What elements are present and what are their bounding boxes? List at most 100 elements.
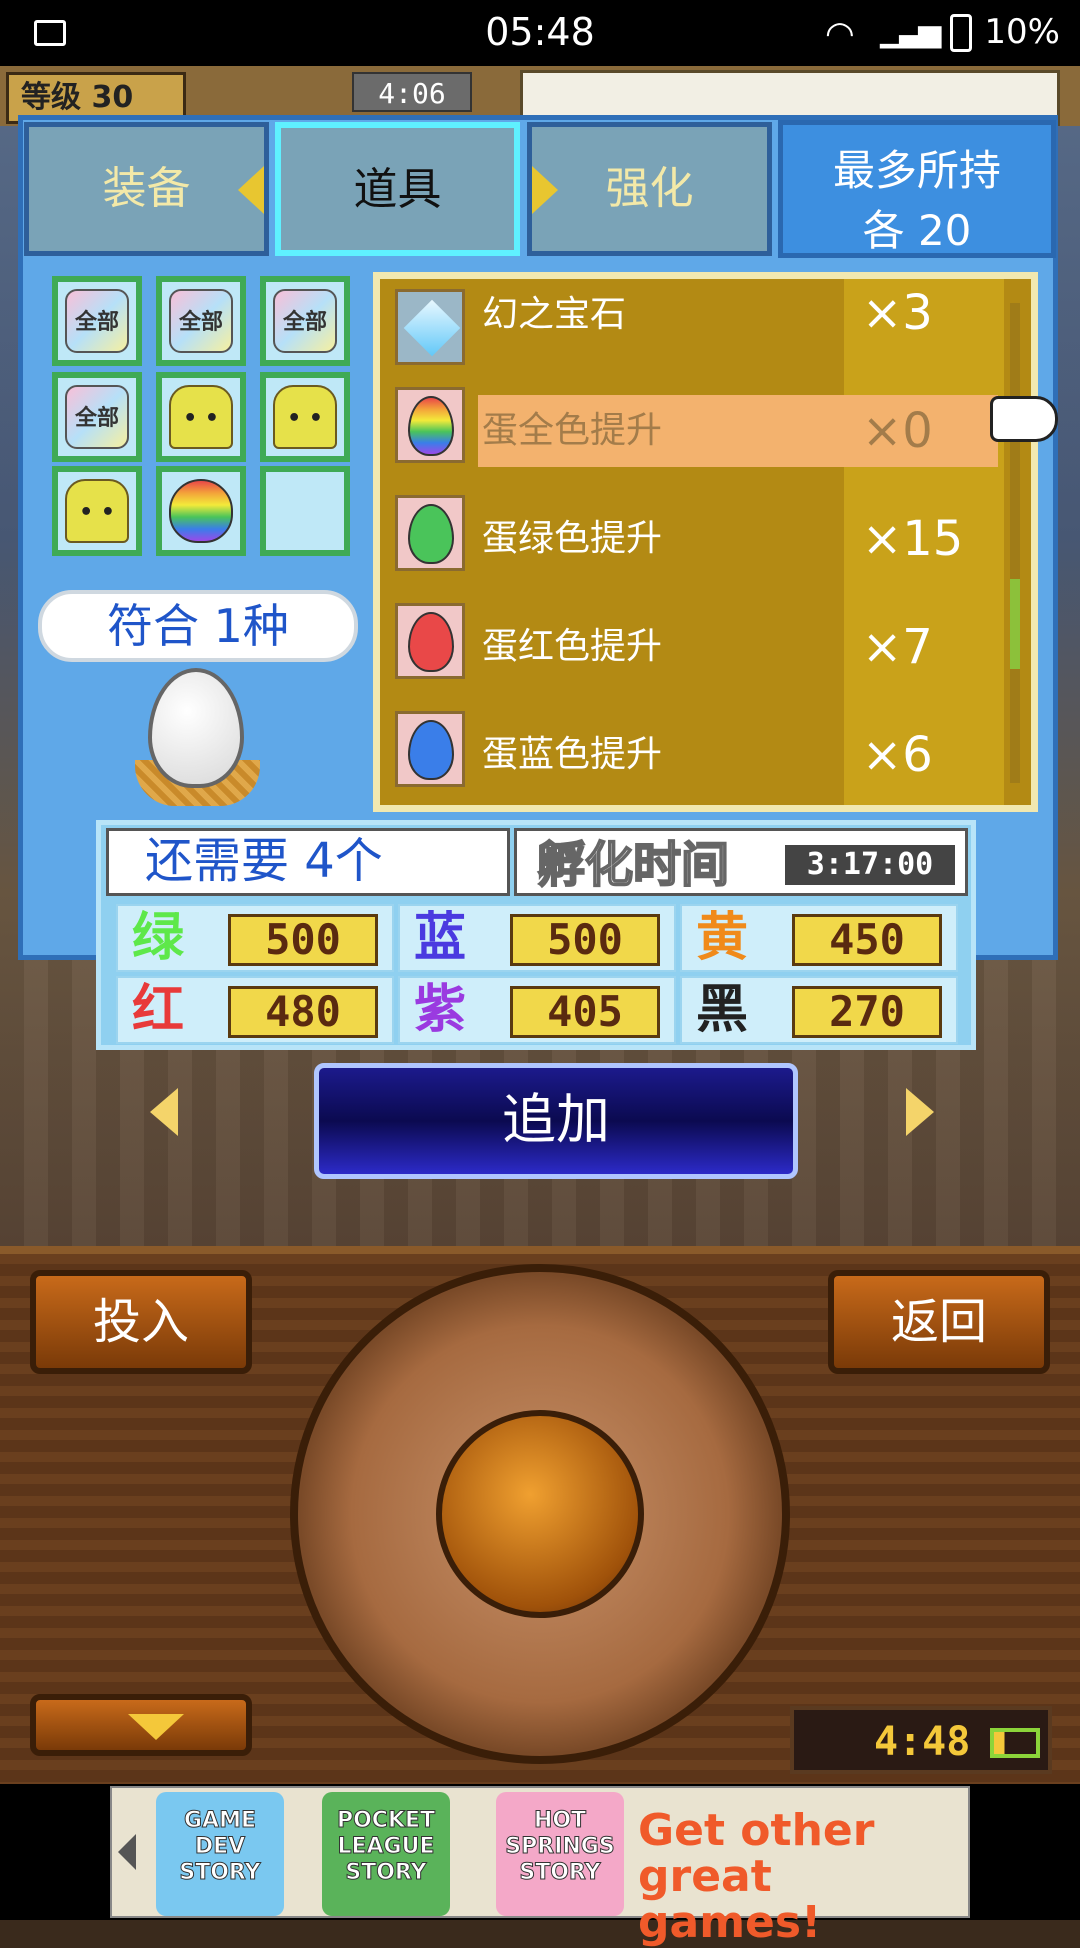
item-count: ×6 <box>862 727 933 783</box>
red-egg-icon <box>395 603 465 679</box>
max-hold-value: 各 20 <box>862 206 972 255</box>
tab-upgrade[interactable]: 强化 <box>527 122 772 256</box>
inventory-slot[interactable]: • • <box>260 372 350 462</box>
battery-icon <box>950 14 972 52</box>
ad-game-dev-story[interactable]: GAME DEV STORY <box>156 1792 284 1916</box>
inventory-slot[interactable]: 全部 <box>52 276 142 366</box>
game-clock: 4:48 <box>790 1706 1052 1774</box>
color-stat-red: 红 480 <box>116 976 394 1044</box>
item-name: 蛋绿色提升 <box>482 518 663 559</box>
color-stat-purple: 紫 405 <box>398 976 676 1044</box>
ad-cta-text[interactable]: Get other great games! <box>638 1808 958 1946</box>
down-arrow-icon <box>128 1714 184 1740</box>
list-item[interactable]: 蛋红色提升 ×7 <box>380 603 1004 711</box>
item-count: ×7 <box>862 619 933 675</box>
red-egg-shape <box>408 612 454 672</box>
all-icon: 全部 <box>65 289 129 353</box>
wifi-icon: ◠ <box>825 14 855 54</box>
list-scrollbar[interactable] <box>1010 303 1020 783</box>
chick-icon: • • <box>169 385 233 449</box>
list-item[interactable]: 蛋蓝色提升 ×6 <box>380 711 1004 819</box>
all-icon: 全部 <box>273 289 337 353</box>
list-item[interactable]: 幻之宝石 ×3 <box>380 279 1004 387</box>
inventory-slot[interactable]: • • <box>52 466 142 556</box>
rainbow-egg-icon <box>395 387 465 463</box>
color-stat-yellow: 黄 450 <box>680 904 958 972</box>
color-value: 405 <box>510 986 660 1038</box>
item-list-body: 幻之宝石 ×3 蛋全色提升 ×0 蛋绿色提升 ×15 蛋红色提升 ×7 蛋蓝色提… <box>380 279 1031 805</box>
item-count: ×15 <box>862 511 964 567</box>
max-hold-label: 最多所持 <box>832 146 1001 195</box>
chick-icon: • • <box>273 385 337 449</box>
rainbow-egg-shape <box>408 396 454 456</box>
color-name: 黑 <box>696 980 749 1040</box>
remaining-count: 还需要 4个 <box>106 828 510 896</box>
inventory-slot[interactable]: 全部 <box>260 276 350 366</box>
down-button[interactable] <box>30 1694 252 1756</box>
green-egg-shape <box>408 504 454 564</box>
item-name: 蛋蓝色提升 <box>482 734 663 775</box>
tab-items[interactable]: 道具 <box>275 122 520 256</box>
hatch-time-box: 孵化时间 3:17:00 <box>514 828 968 896</box>
clock-time: 4:48 <box>874 1719 971 1765</box>
color-stat-green: 绿 500 <box>116 904 394 972</box>
item-count: ×0 <box>862 403 933 459</box>
color-value: 480 <box>228 986 378 1038</box>
drop-in-button[interactable]: 投入 <box>30 1270 252 1374</box>
dpad-center-button[interactable] <box>436 1410 644 1618</box>
battery-percent: 10% <box>984 12 1060 52</box>
color-name: 绿 <box>132 908 185 968</box>
item-name: 幻之宝石 <box>482 294 627 335</box>
signal-icon: ▁▃▅ <box>880 14 941 49</box>
color-stat-blue: 蓝 500 <box>398 904 676 972</box>
color-stat-black: 黑 270 <box>680 976 958 1044</box>
inventory-slot[interactable]: 全部 <box>52 372 142 462</box>
next-page-arrow-icon[interactable] <box>906 1088 934 1136</box>
battery-icon <box>990 1728 1040 1758</box>
max-hold-box: 最多所持 各 20 <box>778 120 1056 258</box>
gem-shape <box>403 299 461 357</box>
color-name: 蓝 <box>414 908 467 968</box>
item-count: ×3 <box>862 285 933 341</box>
inventory-slot[interactable]: 全部 <box>156 276 246 366</box>
ad-banner[interactable]: GAME DEV STORY POCKET LEAGUE STORY HOT S… <box>0 1784 1080 1946</box>
list-scroll-thumb[interactable] <box>1010 579 1020 669</box>
hatch-time-value: 3:17:00 <box>785 845 955 885</box>
item-list: 幻之宝石 ×3 蛋全色提升 ×0 蛋绿色提升 ×15 蛋红色提升 ×7 蛋蓝色提… <box>373 272 1038 812</box>
tab-right-arrow-icon[interactable] <box>532 166 558 214</box>
back-button[interactable]: 返回 <box>828 1270 1050 1374</box>
item-name: 蛋红色提升 <box>482 626 663 667</box>
hud-timer: 4:06 <box>352 72 472 112</box>
color-name: 紫 <box>414 980 467 1040</box>
rainbow-egg-icon <box>169 479 233 543</box>
add-button[interactable]: 追加 <box>314 1063 798 1179</box>
ad-pocket-league-story[interactable]: POCKET LEAGUE STORY <box>322 1792 450 1916</box>
prev-page-arrow-icon[interactable] <box>150 1088 178 1136</box>
item-name: 蛋全色提升 <box>482 410 663 451</box>
chick-icon: • • <box>65 479 129 543</box>
ad-hot-springs-story[interactable]: HOT SPRINGS STORY <box>496 1792 624 1916</box>
blue-egg-icon <box>395 711 465 787</box>
list-item[interactable]: 蛋绿色提升 ×15 <box>380 495 1004 603</box>
tab-left-arrow-icon[interactable] <box>238 166 264 214</box>
inventory-slot-empty[interactable] <box>260 466 350 556</box>
color-value: 500 <box>510 914 660 966</box>
ad-left-arrow-icon[interactable] <box>118 1834 136 1870</box>
match-count-bubble: 符合 1种 <box>38 590 358 662</box>
gem-icon <box>395 289 465 365</box>
tab-equip[interactable]: 装备 <box>24 122 269 256</box>
color-value: 450 <box>792 914 942 966</box>
ad-content[interactable]: GAME DEV STORY POCKET LEAGUE STORY HOT S… <box>110 1786 970 1946</box>
hatch-time-label: 孵化时间 <box>536 836 730 894</box>
list-item-selected[interactable]: 蛋全色提升 ×0 <box>380 387 1004 495</box>
inventory-slot[interactable]: • • <box>156 372 246 462</box>
status-bar: 05:48 ◠ ▁▃▅ 10% <box>0 0 1080 66</box>
color-value: 270 <box>792 986 942 1038</box>
blue-egg-shape <box>408 720 454 780</box>
color-name: 黄 <box>696 908 749 968</box>
dpad[interactable] <box>290 1264 790 1764</box>
inventory-slot[interactable] <box>156 466 246 556</box>
green-egg-icon <box>395 495 465 571</box>
color-value: 500 <box>228 914 378 966</box>
color-name: 红 <box>132 980 185 1040</box>
